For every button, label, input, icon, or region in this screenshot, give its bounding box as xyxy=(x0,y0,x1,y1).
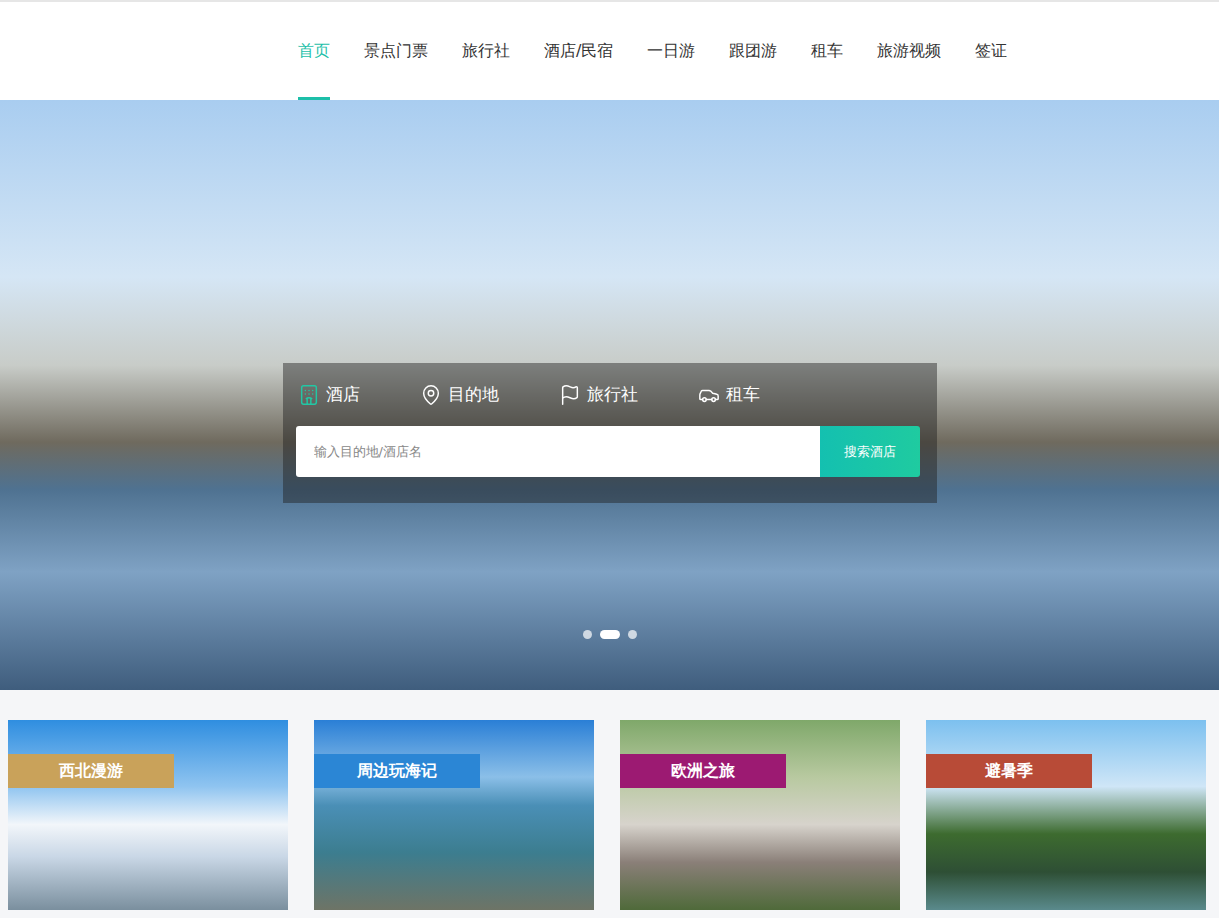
theme-card[interactable]: 避暑季 xyxy=(926,720,1206,910)
hotel-icon xyxy=(298,384,320,406)
nav-item[interactable]: 酒店/民宿 xyxy=(544,2,613,100)
carousel-dot[interactable] xyxy=(583,630,592,639)
theme-card[interactable]: 西北漫游 xyxy=(8,720,288,910)
car-icon xyxy=(698,384,720,406)
card-label: 欧洲之旅 xyxy=(620,754,786,788)
carousel-dot[interactable] xyxy=(600,630,620,639)
nav-item[interactable]: 跟团游 xyxy=(729,2,777,100)
map-pin-icon xyxy=(420,384,442,406)
search-button[interactable]: 搜索酒店 xyxy=(820,426,920,477)
hero-banner: 酒店 目的地 旅行社 租车搜索酒店 xyxy=(0,100,1219,690)
page: 首页景点门票旅行社酒店/民宿一日游跟团游租车旅游视频签证酒店目的地旅行社租车搜索… xyxy=(0,0,1219,918)
nav-item[interactable]: 一日游 xyxy=(647,2,695,100)
search-tab[interactable]: 旅行社 xyxy=(559,383,638,406)
nav-item[interactable]: 旅游视频 xyxy=(877,2,941,100)
theme-card[interactable]: 周边玩海记 xyxy=(314,720,594,910)
nav-item[interactable]: 旅行社 xyxy=(462,2,510,100)
search-row: 搜索酒店 xyxy=(296,426,920,477)
card-label: 西北漫游 xyxy=(8,754,174,788)
search-tab[interactable]: 酒店 xyxy=(298,383,360,406)
nav-item[interactable]: 签证 xyxy=(975,2,1007,100)
carousel-dot[interactable] xyxy=(628,630,637,639)
search-input[interactable] xyxy=(296,426,820,477)
nav-item[interactable]: 首页 xyxy=(298,2,330,100)
nav-item[interactable]: 租车 xyxy=(811,2,843,100)
search-panel: 酒店 目的地 旅行社 租车搜索酒店 xyxy=(283,363,937,503)
nav-item[interactable]: 景点门票 xyxy=(364,2,428,100)
card-label: 周边玩海记 xyxy=(314,754,480,788)
top-nav: 首页景点门票旅行社酒店/民宿一日游跟团游租车旅游视频签证 xyxy=(0,0,1219,100)
theme-card[interactable]: 欧洲之旅 xyxy=(620,720,900,910)
theme-cards: 西北漫游 周边玩海记 欧洲之旅 避暑季 xyxy=(0,690,1219,910)
carousel-dots xyxy=(0,630,1219,639)
search-tab[interactable]: 目的地 xyxy=(420,383,499,406)
search-tabs: 酒店 目的地 旅行社 租车 xyxy=(296,363,920,426)
card-label: 避暑季 xyxy=(926,754,1092,788)
search-tab[interactable]: 租车 xyxy=(698,383,760,406)
flag-icon xyxy=(559,384,581,406)
